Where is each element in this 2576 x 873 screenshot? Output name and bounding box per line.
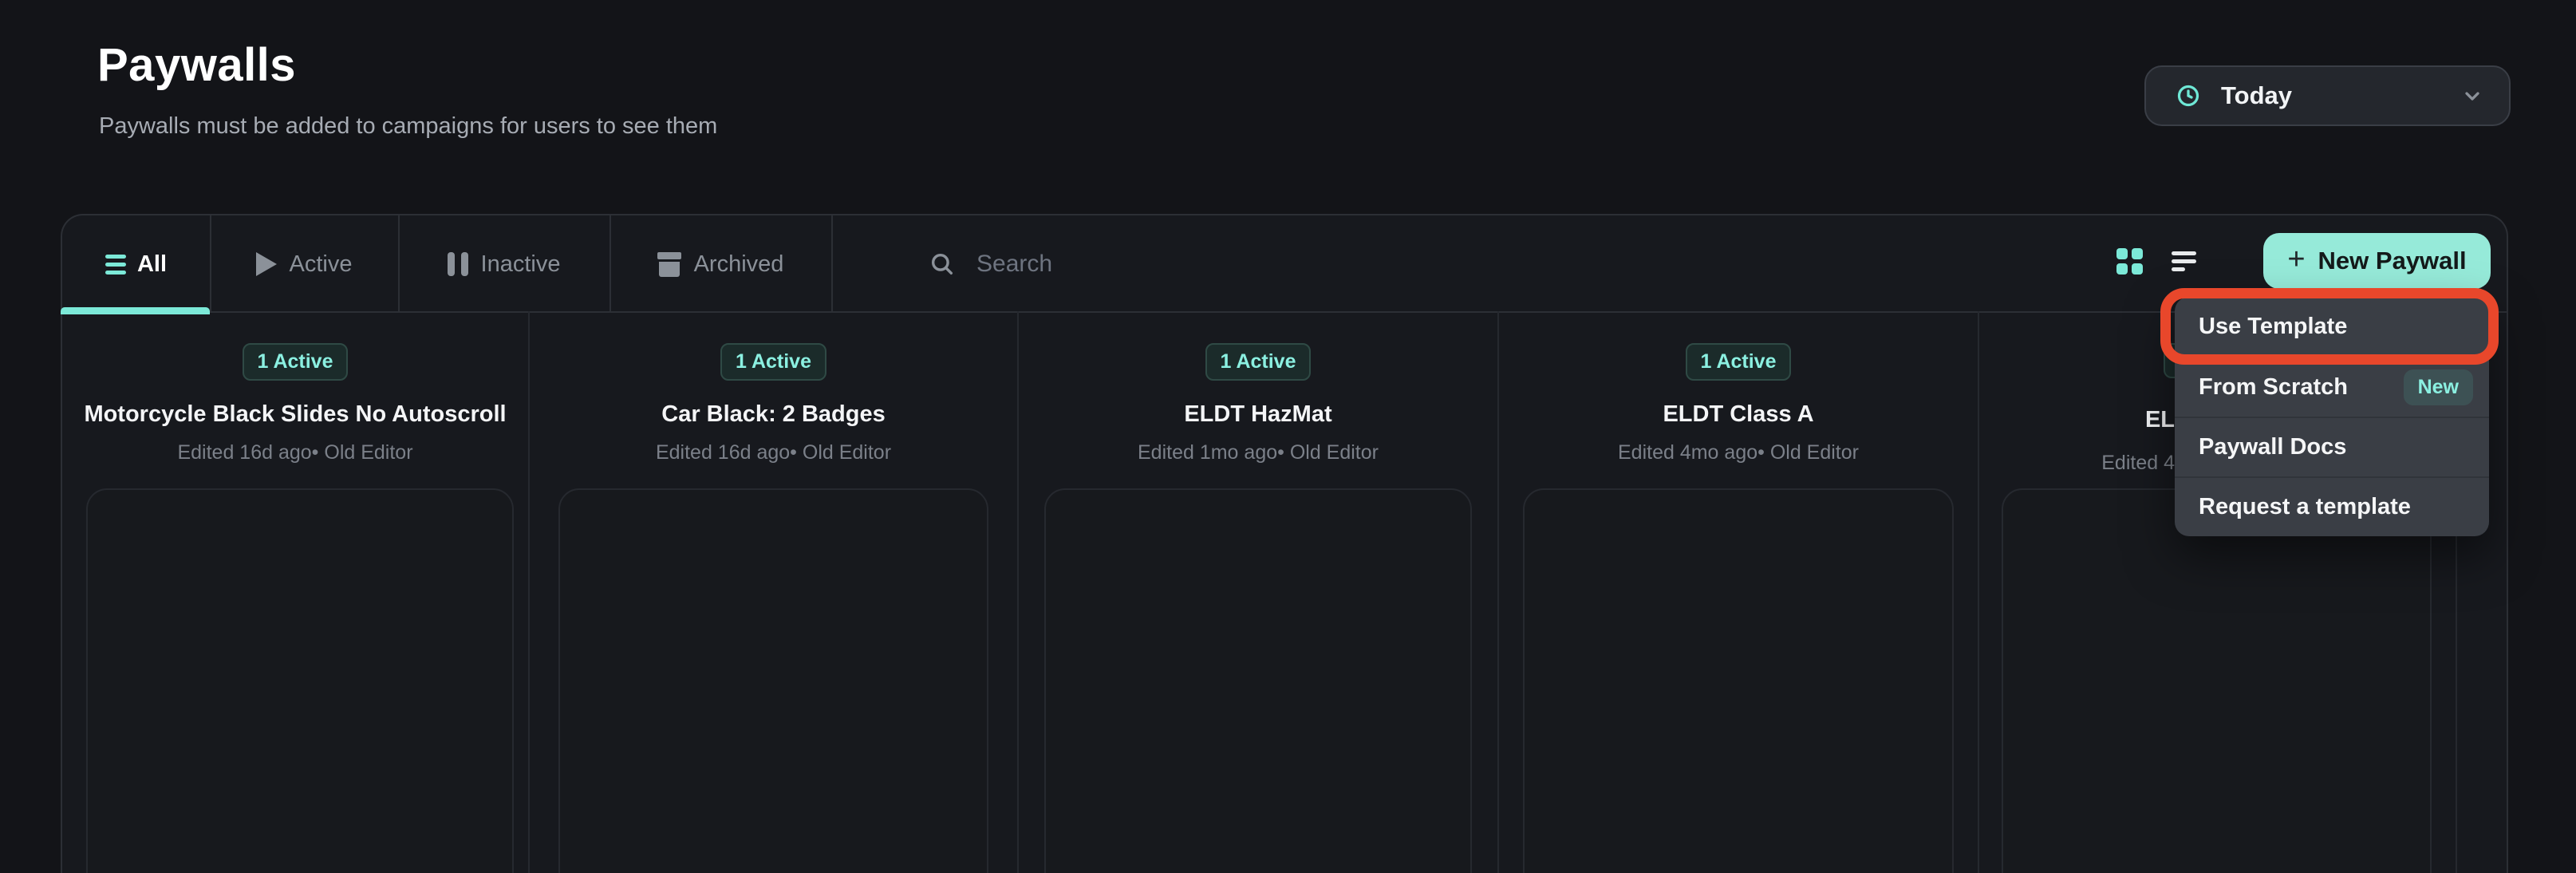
- paywall-preview[interactable]: [2002, 488, 2432, 873]
- column-divider: [1978, 311, 1979, 873]
- search-field: [929, 215, 1264, 313]
- paywall-edited: Edited 16d ago• Old Editor: [62, 441, 528, 464]
- paywall-card[interactable]: 1 Active Motorcycle Black Slides No Auto…: [62, 311, 528, 464]
- new-paywall-button[interactable]: + New Paywall: [2263, 233, 2491, 289]
- date-filter-dropdown[interactable]: Today: [2144, 65, 2511, 126]
- tab-divider: [831, 215, 833, 313]
- menu-item-paywall-docs[interactable]: Paywall Docs: [2175, 417, 2489, 476]
- new-paywall-menu: Use Template From Scratch New Paywall Do…: [2175, 297, 2489, 536]
- paywall-card[interactable]: 1 Active ELDT HazMat Edited 1mo ago• Old…: [1019, 311, 1497, 464]
- search-input[interactable]: [976, 251, 1264, 278]
- paywall-edited: Edited 1mo ago• Old Editor: [1019, 441, 1497, 464]
- menu-item-request-template[interactable]: Request a template: [2175, 476, 2489, 536]
- status-badge: 1 Active: [243, 343, 349, 381]
- menu-item-use-template[interactable]: Use Template: [2175, 297, 2489, 357]
- grid-view-button[interactable]: [2116, 248, 2143, 275]
- paywall-preview[interactable]: [558, 488, 988, 873]
- status-badge: 1 Active: [1686, 343, 1792, 381]
- page-title: Paywalls: [97, 38, 296, 92]
- tab-inactive[interactable]: Inactive: [398, 215, 609, 313]
- menu-item-label: From Scratch: [2199, 374, 2348, 401]
- clock-icon: [2176, 84, 2200, 108]
- new-paywall-label: New Paywall: [2318, 247, 2467, 275]
- chevron-down-icon: [2461, 85, 2483, 107]
- paywall-edited: Edited 4mo ago• Old Editor: [1499, 441, 1978, 464]
- tab-label: Active: [290, 251, 353, 278]
- play-icon: [256, 252, 277, 276]
- paywall-title: EL: [1975, 407, 2175, 433]
- menu-item-from-scratch[interactable]: From Scratch New: [2175, 357, 2489, 417]
- search-icon: [929, 251, 956, 278]
- pause-icon: [448, 252, 468, 276]
- page-subtitle: Paywalls must be added to campaigns for …: [99, 113, 717, 140]
- paywall-title: ELDT Class A: [1499, 401, 1978, 428]
- menu-item-label: Paywall Docs: [2199, 434, 2346, 460]
- tab-archived[interactable]: Archived: [609, 215, 831, 313]
- paywall-edited: Edited 16d ago• Old Editor: [530, 441, 1017, 464]
- paywall-edited: Edited 4: [1935, 452, 2175, 475]
- menu-item-label: Request a template: [2199, 494, 2411, 520]
- tab-active[interactable]: Active: [210, 215, 398, 313]
- tab-label: Inactive: [481, 251, 561, 278]
- paywall-preview[interactable]: [86, 488, 514, 873]
- status-badge: 1 Active: [1205, 343, 1312, 381]
- paywall-preview[interactable]: [1044, 488, 1472, 873]
- menu-item-label: Use Template: [2199, 314, 2347, 340]
- tab-label: All: [137, 251, 167, 278]
- list-view-button[interactable]: [2172, 251, 2196, 275]
- archive-icon: [657, 252, 681, 277]
- date-filter-label: Today: [2221, 81, 2292, 110]
- tab-label: Archived: [694, 251, 784, 278]
- paywall-card[interactable]: 1 Active Car Black: 2 Badges Edited 16d …: [530, 311, 1017, 464]
- paywall-title: ELDT HazMat: [1019, 401, 1497, 428]
- new-badge: New: [2404, 369, 2473, 405]
- paywall-preview[interactable]: [1523, 488, 1954, 873]
- paywall-card[interactable]: 1 Active ELDT Class A Edited 4mo ago• Ol…: [1499, 311, 1978, 464]
- plus-icon: +: [2287, 244, 2305, 275]
- paywalls-page: Paywalls Paywalls must be added to campa…: [0, 0, 2576, 873]
- tab-all[interactable]: All: [62, 215, 210, 313]
- paywall-title: Motorcycle Black Slides No Autoscroll: [62, 401, 528, 428]
- paywall-title: Car Black: 2 Badges: [530, 401, 1017, 428]
- status-badge: 1 Active: [720, 343, 826, 381]
- list-lines-icon: [105, 255, 126, 275]
